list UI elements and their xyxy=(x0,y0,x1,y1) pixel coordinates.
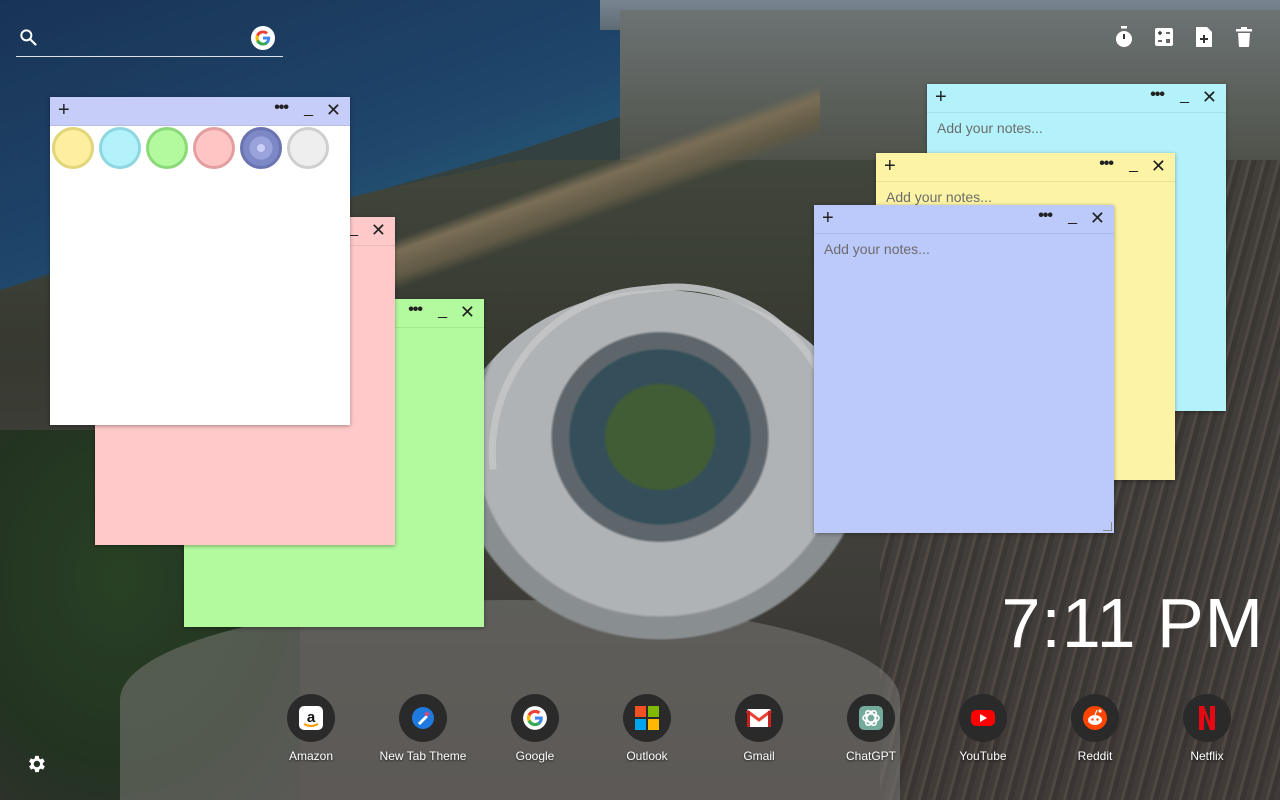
chatgpt-icon xyxy=(847,694,895,742)
close-icon[interactable]: ✕ xyxy=(1202,86,1217,108)
dock-item-netflix[interactable]: Netflix xyxy=(1151,694,1263,763)
more-options-icon[interactable]: ••• xyxy=(1038,205,1053,227)
minimize-icon[interactable]: _ xyxy=(438,301,447,321)
reddit-icon xyxy=(1071,694,1119,742)
google-icon xyxy=(511,694,559,742)
dock-label: ChatGPT xyxy=(845,749,896,763)
note-textarea[interactable] xyxy=(814,234,1114,533)
color-swatch-lavender[interactable] xyxy=(240,127,282,169)
close-icon[interactable]: ✕ xyxy=(1151,155,1166,177)
search-input[interactable] xyxy=(50,26,254,52)
resize-handle[interactable] xyxy=(1103,522,1112,531)
dock-label: Netflix xyxy=(1190,749,1224,763)
outlook-icon xyxy=(623,694,671,742)
more-options-icon[interactable]: ••• xyxy=(1099,153,1114,175)
timer-icon[interactable] xyxy=(1114,26,1134,48)
more-options-icon[interactable]: ••• xyxy=(1150,84,1165,106)
more-options-icon[interactable]: ••• xyxy=(274,97,289,119)
close-icon[interactable]: ✕ xyxy=(326,99,341,121)
add-note-icon[interactable]: + xyxy=(822,206,834,230)
color-swatch-pink[interactable] xyxy=(193,127,235,169)
dock-label: New Tab Theme xyxy=(379,749,467,763)
dock-label: Amazon xyxy=(288,749,334,763)
sticky-note-blue[interactable]: + ••• _ ✕ xyxy=(814,205,1114,533)
app-dock: a Amazon New Tab Theme Google Outlook Gm… xyxy=(255,694,1263,763)
trash-icon[interactable] xyxy=(1234,26,1254,48)
close-icon[interactable]: ✕ xyxy=(460,301,475,323)
minimize-icon[interactable]: _ xyxy=(1180,86,1189,106)
dock-label: Reddit xyxy=(1077,749,1113,763)
new-note-icon[interactable] xyxy=(1194,26,1214,48)
dock-item-chatgpt[interactable]: ChatGPT xyxy=(815,694,927,763)
gmail-icon xyxy=(735,694,783,742)
dock-item-gmail[interactable]: Gmail xyxy=(703,694,815,763)
color-swatch-cyan[interactable] xyxy=(99,127,141,169)
close-icon[interactable]: ✕ xyxy=(371,219,386,241)
search-icon[interactable] xyxy=(18,27,38,47)
color-swatch-gray[interactable] xyxy=(287,127,329,169)
dock-item-outlook[interactable]: Outlook xyxy=(591,694,703,763)
dock-item-google[interactable]: Google xyxy=(479,694,591,763)
close-icon[interactable]: ✕ xyxy=(1090,207,1105,229)
new-tab-theme-icon xyxy=(399,694,447,742)
clock: 7:11 PM xyxy=(1001,584,1264,662)
svg-text:a: a xyxy=(307,709,316,726)
dock-item-amazon[interactable]: a Amazon xyxy=(255,694,367,763)
dock-label: Outlook xyxy=(626,749,668,763)
minimize-icon[interactable]: _ xyxy=(304,99,313,119)
add-note-icon[interactable]: + xyxy=(935,85,947,109)
minimize-icon[interactable]: _ xyxy=(1129,155,1138,175)
youtube-icon xyxy=(959,694,1007,742)
minimize-icon[interactable]: _ xyxy=(349,219,358,239)
dock-item-new-tab-theme[interactable]: New Tab Theme xyxy=(367,694,479,763)
more-options-icon[interactable]: ••• xyxy=(408,299,423,321)
color-swatch-yellow[interactable] xyxy=(52,127,94,169)
gear-icon[interactable] xyxy=(25,753,47,775)
dock-item-youtube[interactable]: YouTube xyxy=(927,694,1039,763)
minimize-icon[interactable]: _ xyxy=(1068,207,1077,227)
dock-label: YouTube xyxy=(959,749,1007,763)
dock-label: Google xyxy=(515,749,555,763)
search-bar xyxy=(16,22,283,57)
amazon-icon: a xyxy=(287,694,335,742)
color-palette xyxy=(52,127,329,169)
dock-item-reddit[interactable]: Reddit xyxy=(1039,694,1151,763)
google-g-icon[interactable] xyxy=(251,26,275,50)
toolbar xyxy=(1114,26,1254,48)
add-note-icon[interactable]: + xyxy=(58,98,70,122)
dock-label: Gmail xyxy=(743,749,775,763)
add-note-icon[interactable]: + xyxy=(884,154,896,178)
color-swatch-green[interactable] xyxy=(146,127,188,169)
netflix-icon xyxy=(1183,694,1231,742)
calculator-icon[interactable] xyxy=(1154,26,1174,48)
sticky-note-white[interactable]: + ••• _ ✕ xyxy=(50,97,350,425)
